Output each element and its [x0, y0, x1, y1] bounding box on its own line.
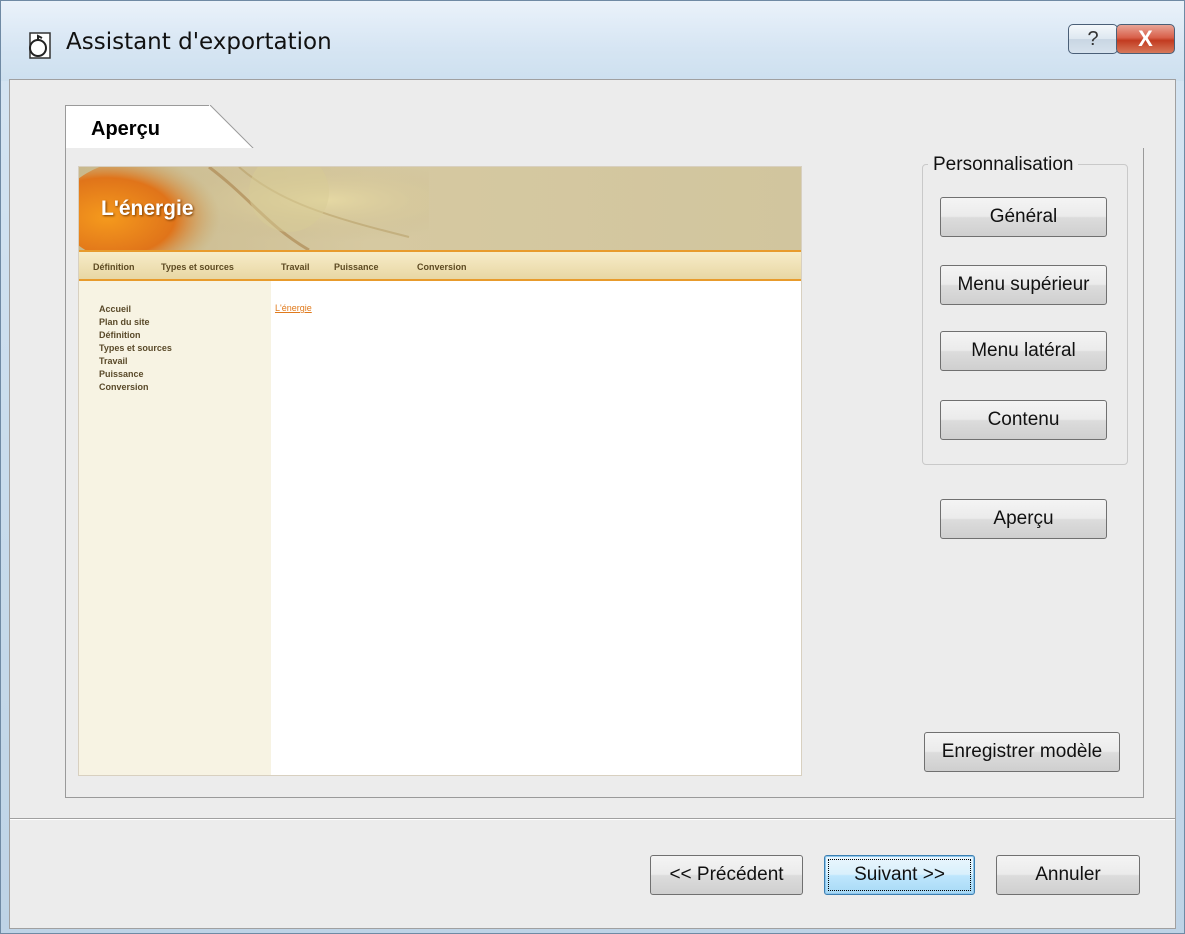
- preview-header: L'énergie: [79, 167, 801, 250]
- preview-side-item: Conversion: [99, 382, 149, 392]
- help-button[interactable]: ?: [1068, 24, 1118, 54]
- tab-label: Aperçu: [91, 118, 160, 140]
- tab-apercu[interactable]: Aperçu: [65, 105, 210, 149]
- previous-button[interactable]: << Précédent: [650, 855, 803, 895]
- window-title: Assistant d'exportation: [66, 29, 332, 55]
- title-bar[interactable]: Assistant d'exportation ? X: [1, 1, 1184, 81]
- preview-side-menu: Accueil Plan du site Définition Types et…: [79, 281, 271, 775]
- tab-edge: [209, 105, 255, 149]
- wizard-app-icon: [29, 32, 51, 59]
- preview-nav-item: Travail: [281, 262, 310, 272]
- close-icon: X: [1138, 26, 1153, 51]
- general-button[interactable]: Général: [940, 197, 1107, 237]
- preview-side-item: Accueil: [99, 304, 132, 314]
- site-preview: L'énergie Définition Types et sources Tr…: [78, 166, 802, 776]
- focus-rectangle: [828, 859, 971, 891]
- preview-side-item: Puissance: [99, 369, 144, 379]
- dialog-client-area: Aperçu L'énergie Définition Types et sou…: [9, 79, 1176, 929]
- content-button[interactable]: Contenu: [940, 400, 1107, 440]
- save-template-button[interactable]: Enregistrer modèle: [924, 732, 1120, 772]
- preview-site-title: L'énergie: [101, 197, 194, 220]
- preview-nav-item: Puissance: [334, 262, 379, 272]
- preview-nav-item: Conversion: [417, 262, 467, 272]
- customization-legend: Personnalisation: [928, 154, 1079, 176]
- preview-nav-item: Définition: [93, 262, 135, 272]
- export-wizard-window: Assistant d'exportation ? X Aperçu L'éne…: [0, 0, 1185, 934]
- preview-side-item: Travail: [99, 356, 128, 366]
- preview-side-item: Définition: [99, 330, 141, 340]
- close-button[interactable]: X: [1116, 24, 1175, 54]
- side-menu-button[interactable]: Menu latéral: [940, 331, 1107, 371]
- cancel-button[interactable]: Annuler: [996, 855, 1140, 895]
- next-button[interactable]: Suivant >>: [824, 855, 975, 895]
- footer-separator: [10, 818, 1175, 820]
- preview-side-item: Plan du site: [99, 317, 150, 327]
- preview-content-link: L'énergie: [275, 303, 312, 313]
- help-icon: ?: [1087, 27, 1099, 50]
- preview-button[interactable]: Aperçu: [940, 499, 1107, 539]
- top-menu-button[interactable]: Menu supérieur: [940, 265, 1107, 305]
- preview-side-item: Types et sources: [99, 343, 172, 353]
- preview-top-menu: Définition Types et sources Travail Puis…: [79, 250, 801, 281]
- preview-nav-item: Types et sources: [161, 262, 234, 272]
